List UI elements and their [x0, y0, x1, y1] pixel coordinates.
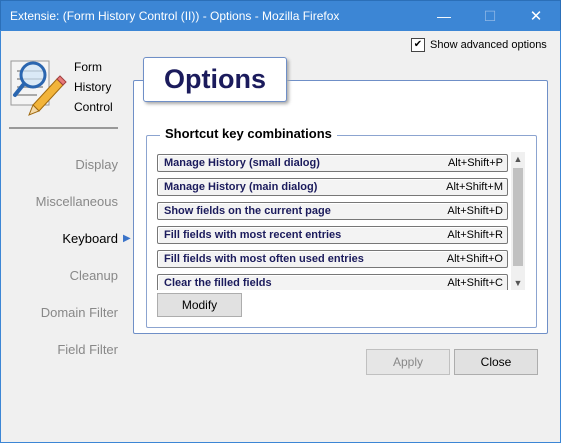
show-advanced-options[interactable]: ✔ Show advanced options — [411, 38, 547, 52]
nav-item-miscellaneous[interactable]: Miscellaneous — [0, 194, 118, 209]
shortcut-label: Fill fields with most recent entries — [164, 229, 342, 241]
maximize-button[interactable]: ☐ — [467, 1, 513, 31]
advanced-options-checkbox[interactable]: ✔ — [411, 38, 425, 52]
modify-button[interactable]: Modify — [157, 293, 242, 317]
nav-item-domain-filter[interactable]: Domain Filter — [0, 305, 118, 320]
nav-item-keyboard[interactable]: Keyboard — [0, 231, 118, 246]
shortcut-label: Manage History (main dialog) — [164, 181, 318, 193]
shortcut-row[interactable]: Fill fields with most often used entries… — [157, 250, 508, 268]
page-title: Options — [143, 57, 287, 102]
shortcut-label: Manage History (small dialog) — [164, 157, 320, 169]
shortcut-label: Show fields on the current page — [164, 205, 331, 217]
close-button[interactable]: Close — [454, 349, 538, 375]
shortcut-row[interactable]: Manage History (small dialog) Alt+Shift+… — [157, 154, 508, 172]
shortcut-scrollbar[interactable]: ▲ ▼ — [511, 152, 525, 290]
scroll-thumb[interactable] — [513, 168, 523, 266]
logo-text-line3: Control — [74, 100, 113, 114]
shortcut-group-title: Shortcut key combinations — [160, 126, 337, 141]
nav-item-field-filter[interactable]: Field Filter — [0, 342, 118, 357]
shortcut-label: Fill fields with most often used entries — [164, 253, 364, 265]
active-arrow-icon: ▶ — [123, 233, 131, 244]
apply-button[interactable]: Apply — [366, 349, 450, 375]
shortcut-row[interactable]: Clear the filled fields Alt+Shift+C — [157, 274, 508, 290]
shortcut-key: Alt+Shift+M — [446, 181, 503, 193]
shortcut-key: Alt+Shift+R — [447, 229, 503, 241]
nav-item-display[interactable]: Display — [0, 157, 118, 172]
scroll-down-icon[interactable]: ▼ — [511, 276, 525, 290]
shortcut-key: Alt+Shift+D — [447, 205, 503, 217]
shortcut-key: Alt+Shift+O — [446, 253, 503, 265]
scroll-up-icon[interactable]: ▲ — [511, 152, 525, 166]
nav-item-cleanup[interactable]: Cleanup — [0, 268, 118, 283]
title-bar: Extensie: (Form History Control (II)) - … — [0, 0, 561, 31]
shortcut-row[interactable]: Fill fields with most recent entries Alt… — [157, 226, 508, 244]
shortcut-key: Alt+Shift+P — [447, 157, 503, 169]
advanced-options-label: Show advanced options — [430, 39, 547, 51]
close-window-button[interactable]: ✕ — [513, 1, 559, 31]
shortcut-key: Alt+Shift+C — [447, 277, 503, 289]
shortcut-row[interactable]: Show fields on the current page Alt+Shif… — [157, 202, 508, 220]
shortcut-row[interactable]: Manage History (main dialog) Alt+Shift+M — [157, 178, 508, 196]
app-logo: Form History Control — [9, 57, 119, 127]
logo-divider — [9, 127, 118, 129]
logo-text-line2: History — [74, 80, 112, 94]
shortcut-label: Clear the filled fields — [164, 277, 272, 289]
minimize-button[interactable]: — — [421, 1, 467, 31]
window-title: Extensie: (Form History Control (II)) - … — [10, 9, 340, 23]
logo-text-line1: Form — [74, 60, 102, 74]
magnifier-pencil-icon — [10, 60, 67, 116]
shortcut-list: Manage History (small dialog) Alt+Shift+… — [157, 152, 509, 290]
logo-text: Form History Control — [74, 57, 113, 117]
